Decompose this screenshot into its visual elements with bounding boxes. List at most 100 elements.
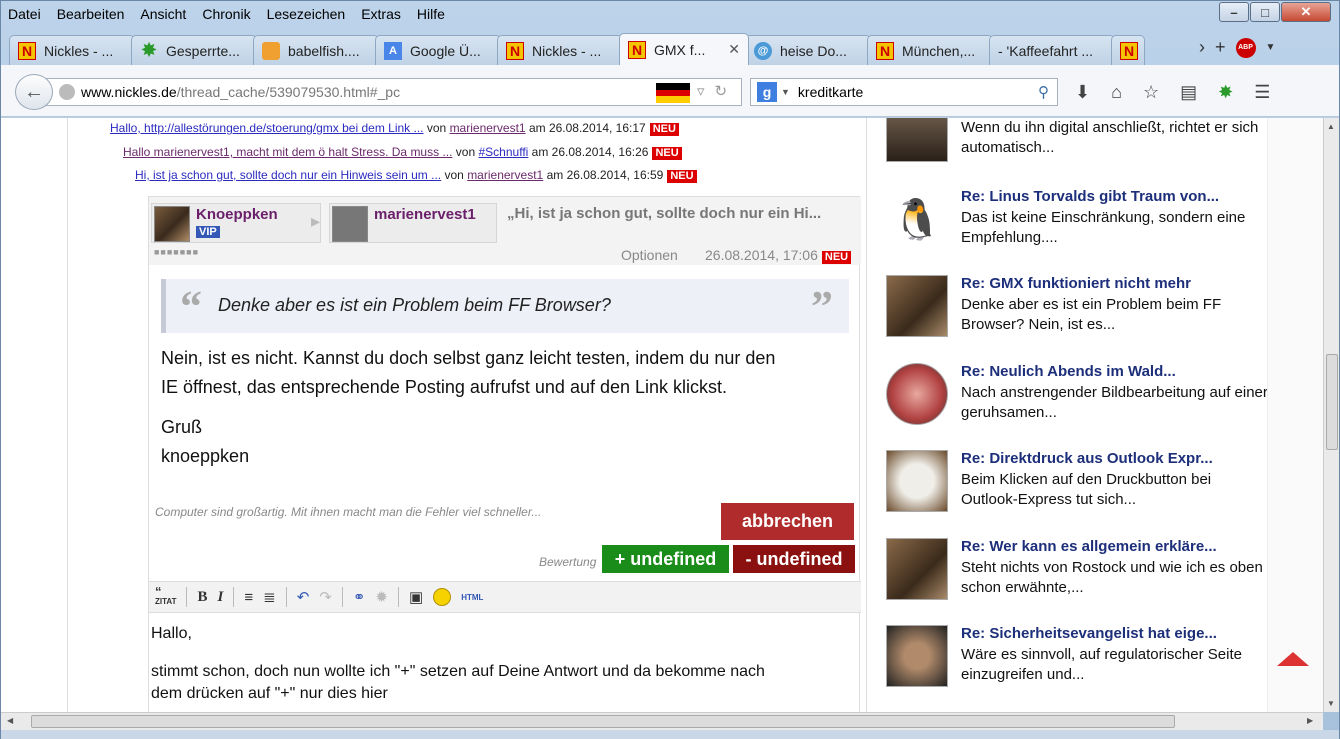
cancel-button[interactable]: abbrechen xyxy=(721,503,854,540)
thread-date: am 26.08.2014, 16:17 xyxy=(528,121,646,135)
search-icon[interactable]: ⚲ xyxy=(1038,83,1049,101)
menu-hilfe[interactable]: Hilfe xyxy=(417,6,445,22)
tab-sl[interactable]: N xyxy=(1111,35,1145,65)
menu-chronik[interactable]: Chronik xyxy=(202,6,250,22)
scroll-to-top-icon[interactable] xyxy=(1277,652,1309,666)
dropdown-arrow-icon[interactable]: ▿ xyxy=(697,82,705,100)
maximize-button[interactable]: □ xyxy=(1250,2,1280,22)
bookmark-star-icon[interactable]: ☆ xyxy=(1143,82,1159,103)
scroll-left-icon[interactable]: ◀ xyxy=(7,716,13,725)
undo-icon[interactable]: ↶ xyxy=(297,588,310,606)
scroll-up-icon[interactable]: ▲ xyxy=(1327,122,1335,131)
italic-button[interactable]: I xyxy=(218,589,224,606)
chevron-down-icon[interactable]: ▼ xyxy=(1266,42,1276,53)
tux-thumbnail: 🐧 xyxy=(886,188,948,250)
thumbnail xyxy=(886,625,948,687)
menu-extras[interactable]: Extras xyxy=(361,6,401,22)
thread-link[interactable]: Hallo marienervest1, macht mit dem ö hal… xyxy=(123,145,452,159)
tab-label: babelfish.... xyxy=(288,42,360,59)
tab-muenchen[interactable]: N München,... xyxy=(867,35,993,65)
addon-puzzle-icon[interactable]: ✸ xyxy=(1218,82,1233,103)
post-date: 26.08.2014, 17:06 NEU xyxy=(705,247,852,264)
minus-rating-button[interactable]: - undefined xyxy=(733,545,855,573)
chevron-down-icon[interactable]: ▼ xyxy=(781,87,790,97)
link-icon[interactable]: ⚭ xyxy=(353,588,366,606)
menu-ansicht[interactable]: Ansicht xyxy=(140,6,186,22)
home-icon[interactable]: ⌂ xyxy=(1111,82,1122,103)
tab-google-translate[interactable]: A Google Ü... xyxy=(375,35,501,65)
sidebar-item[interactable]: 🐧 Re: Linus Torvalds gibt Traum von... D… xyxy=(886,188,1266,258)
reload-icon[interactable]: ↻ xyxy=(715,82,728,100)
sidebar-title[interactable]: Re: Linus Torvalds gibt Traum von... xyxy=(961,188,1219,205)
sidebar-title[interactable]: Re: Neulich Abends im Wald... xyxy=(961,363,1176,380)
author-box[interactable]: Knoeppken VIP xyxy=(151,203,321,243)
thread-date: am 26.08.2014, 16:26 xyxy=(531,145,649,159)
tab-gesperrte[interactable]: ✸ Gesperrte... xyxy=(131,35,257,65)
editor-line[interactable]: stimmt schon, doch nun wollte ich "+" se… xyxy=(151,661,851,683)
scrollbar-thumb[interactable] xyxy=(1326,354,1338,450)
tab-babelfish[interactable]: babelfish.... xyxy=(253,35,379,65)
bold-button[interactable]: B xyxy=(197,589,207,606)
thread-author-link[interactable]: #Schnuffi xyxy=(479,145,529,159)
sidebar-item[interactable]: Re: Direktdruck aus Outlook Expr... Beim… xyxy=(886,450,1266,520)
search-bar[interactable]: g ▼ kreditkarte ⚲ xyxy=(750,78,1058,106)
editor-line[interactable]: dem drücken auf "+" nur dies hier xyxy=(151,683,851,705)
quote-button[interactable]: “ZITAT xyxy=(155,585,176,606)
horizontal-scrollbar[interactable]: ◀ ▶ xyxy=(1,712,1323,730)
scrollbar-thumb[interactable] xyxy=(31,715,1175,728)
tab-label: - 'Kaffeefahrt ... xyxy=(998,42,1094,59)
sidebar-item[interactable]: Re: GMX funktioniert nicht mehr Denke ab… xyxy=(886,275,1266,345)
reply-to-name[interactable]: marienervest1 xyxy=(374,206,476,223)
download-icon[interactable]: ⬇ xyxy=(1075,82,1090,103)
smiley-icon[interactable] xyxy=(433,588,452,606)
thread-link[interactable]: Hi, ist ja schon gut, sollte doch nur ei… xyxy=(135,168,441,182)
scroll-right-icon[interactable]: ▶ xyxy=(1307,716,1313,725)
thread-author-link[interactable]: marienervest1 xyxy=(450,121,526,135)
editor-line[interactable]: Hallo, xyxy=(151,623,851,645)
close-window-button[interactable]: ✕ xyxy=(1281,2,1331,22)
tab-kaffeefahrt[interactable]: - 'Kaffeefahrt ... xyxy=(989,35,1115,65)
url-bar[interactable]: www.nickles.de/thread_cache/539079530.ht… xyxy=(45,78,742,106)
unlink-icon[interactable]: ✹ xyxy=(375,588,388,606)
html-button[interactable]: HTML xyxy=(461,593,483,602)
sidebar-title[interactable]: Re: Wer kann es allgemein erkläre... xyxy=(961,538,1217,555)
scroll-down-icon[interactable]: ▼ xyxy=(1327,699,1335,708)
minimize-button[interactable]: – xyxy=(1219,2,1249,22)
options-link[interactable]: Optionen xyxy=(621,247,678,263)
reply-to-box[interactable]: marienervest1 xyxy=(329,203,497,243)
author-name[interactable]: Knoeppken xyxy=(196,206,278,223)
tab-heise[interactable]: @ heise Do... xyxy=(745,35,871,65)
plus-rating-button[interactable]: + undefined xyxy=(602,545,729,573)
adblock-icon[interactable]: ABP xyxy=(1235,37,1256,58)
tab-scroll-right-icon[interactable]: › xyxy=(1199,37,1205,58)
camera-icon[interactable]: ▣ xyxy=(409,588,423,606)
back-button[interactable]: ← xyxy=(15,74,53,110)
sidebar-item[interactable]: Re: Neulich Abends im Wald... Nach anstr… xyxy=(886,363,1268,433)
menu-lesezeichen[interactable]: Lesezeichen xyxy=(267,6,346,22)
menu-datei[interactable]: Datei xyxy=(8,6,41,22)
reading-list-icon[interactable]: ▤ xyxy=(1180,82,1197,103)
tab-nickles-2[interactable]: N Nickles - ... xyxy=(497,35,623,65)
close-tab-icon[interactable]: ✕ xyxy=(728,41,740,58)
redo-icon[interactable]: ↷ xyxy=(319,588,332,606)
forum-post: Knoeppken VIP ▸ marienervest1 „Hi, ist j… xyxy=(148,196,861,712)
new-tab-icon[interactable]: + xyxy=(1215,37,1226,58)
menu-bearbeiten[interactable]: Bearbeiten xyxy=(57,6,125,22)
vertical-scrollbar[interactable]: ▲ ▼ xyxy=(1323,118,1339,712)
numbered-list-icon[interactable]: ≣ xyxy=(263,588,276,606)
sidebar-item[interactable]: Re: Sicherheitsevangelist hat eige... Wä… xyxy=(886,625,1266,695)
sidebar-title[interactable]: Re: GMX funktioniert nicht mehr xyxy=(961,275,1191,292)
tab-gmx-active[interactable]: N GMX f... ✕ xyxy=(619,33,749,65)
google-icon[interactable]: g xyxy=(757,82,777,102)
sidebar-title[interactable]: Re: Sicherheitsevangelist hat eige... xyxy=(961,625,1217,642)
search-input[interactable]: kreditkarte xyxy=(798,84,863,100)
germany-flag-icon xyxy=(656,83,690,104)
sidebar-title[interactable]: Re: Direktdruck aus Outlook Expr... xyxy=(961,450,1213,467)
sidebar-item[interactable]: Wenn du ihn digital anschließt, richtet … xyxy=(886,118,1266,184)
tab-nickles-1[interactable]: N Nickles - ... xyxy=(9,35,135,65)
menu-icon[interactable]: ☰ xyxy=(1254,82,1270,103)
bullet-list-icon[interactable]: ≡ xyxy=(244,589,253,606)
sidebar-item[interactable]: Re: Wer kann es allgemein erkläre... Ste… xyxy=(886,538,1266,608)
thread-author-link[interactable]: marienervest1 xyxy=(467,168,543,182)
thread-link[interactable]: Hallo, http://allestörungen.de/stoerung/… xyxy=(110,121,424,135)
